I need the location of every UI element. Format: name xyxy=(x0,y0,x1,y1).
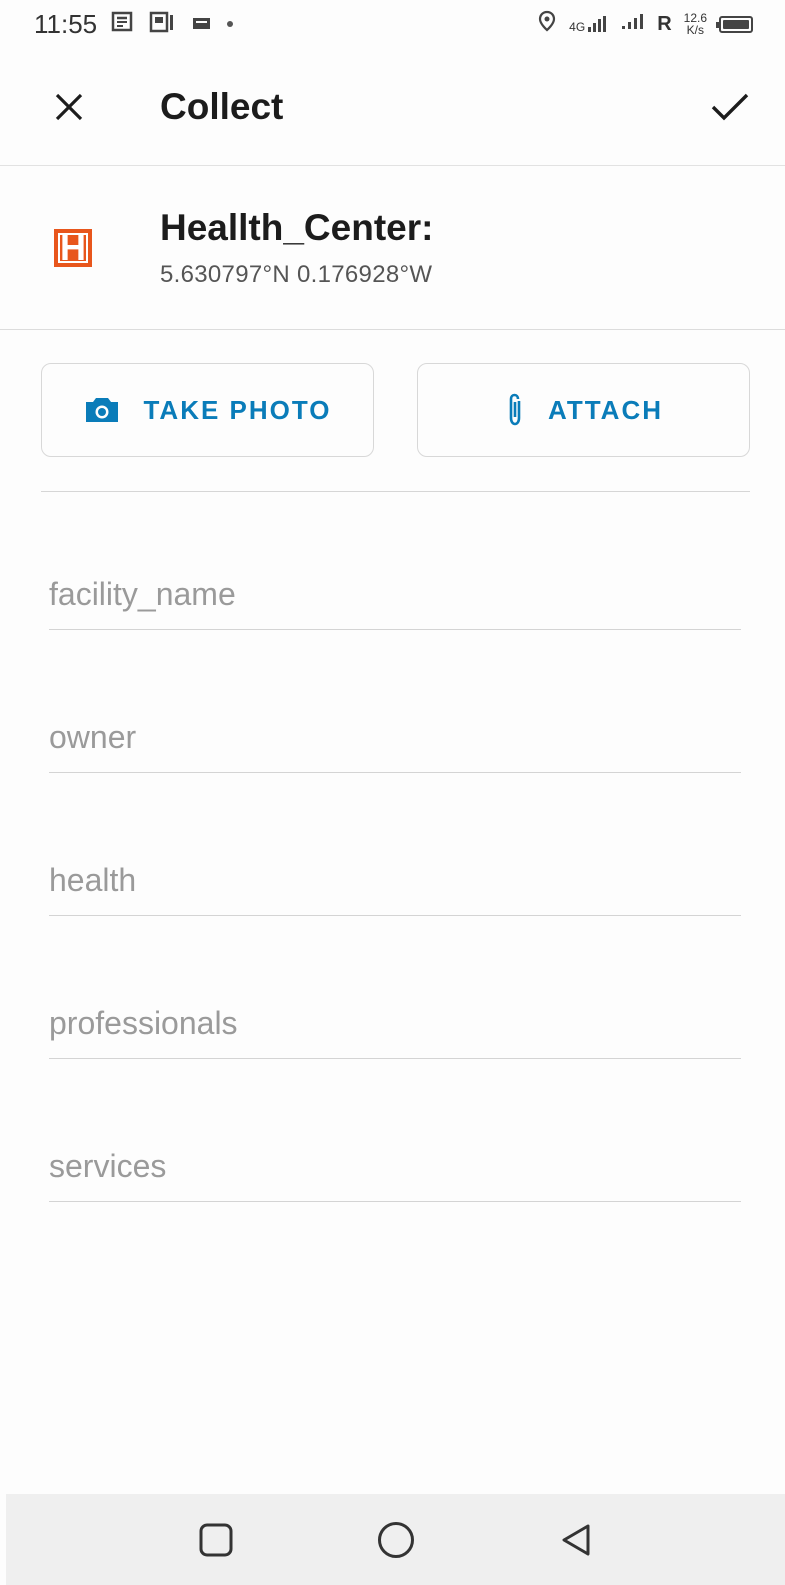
close-icon xyxy=(55,93,83,120)
status-time: 11:55 xyxy=(34,8,98,39)
feature-name: Heallth_Center: xyxy=(160,207,434,248)
divider xyxy=(41,491,750,492)
location-icon xyxy=(537,10,557,38)
feature-header: H Heallth_Center: 5.630797°N 0.176928°W xyxy=(0,167,785,330)
signal-4g-icon: 4G xyxy=(569,15,609,33)
close-button[interactable] xyxy=(46,84,92,130)
paperclip-icon xyxy=(509,393,521,426)
back-triangle-icon xyxy=(562,1524,589,1555)
services-input[interactable] xyxy=(49,1142,741,1201)
status-left: 11:55 xyxy=(34,8,234,40)
checkmark-icon xyxy=(711,93,749,120)
notification-message-icon xyxy=(191,9,213,40)
home-button[interactable] xyxy=(366,1510,426,1570)
owner-input[interactable] xyxy=(49,713,741,772)
health-field[interactable] xyxy=(49,856,741,916)
confirm-button[interactable] xyxy=(707,84,753,130)
signal-bars-icon xyxy=(621,12,645,36)
page-title: Collect xyxy=(160,85,284,127)
health-center-symbol-icon: H xyxy=(54,227,92,268)
status-right: 4G R 12.6 K/s xyxy=(537,10,753,38)
back-button[interactable] xyxy=(546,1510,606,1570)
facility-name-input[interactable] xyxy=(49,570,741,629)
network-speed-unit: K/s xyxy=(686,23,704,37)
recents-button[interactable] xyxy=(186,1510,246,1570)
camera-icon xyxy=(86,398,119,422)
services-field[interactable] xyxy=(49,1142,741,1202)
health-input[interactable] xyxy=(49,856,741,915)
professionals-field[interactable] xyxy=(49,999,741,1059)
facility-name-field[interactable] xyxy=(49,570,741,630)
network-speed: 12.6 K/s xyxy=(684,12,707,36)
network-type-label: 4G xyxy=(569,20,586,34)
owner-field[interactable] xyxy=(49,713,741,773)
professionals-input[interactable] xyxy=(49,999,741,1058)
take-photo-button[interactable]: TAKE PHOTO xyxy=(41,363,374,457)
recents-square-icon xyxy=(199,1523,232,1556)
attach-label: ATTACH xyxy=(547,394,663,425)
roaming-indicator: R xyxy=(657,12,672,35)
battery-icon xyxy=(716,15,753,33)
feature-info: Heallth_Center: 5.630797°N 0.176928°W xyxy=(160,207,433,289)
attach-button[interactable]: ATTACH xyxy=(417,363,750,457)
system-navigation-bar xyxy=(6,1494,785,1585)
attachment-actions: TAKE PHOTO ATTACH xyxy=(41,363,750,457)
home-circle-icon xyxy=(377,1521,414,1558)
notification-more-dot-icon xyxy=(227,21,234,27)
take-photo-label: TAKE PHOTO xyxy=(143,394,332,425)
feature-coordinates: 5.630797°N 0.176928°W xyxy=(160,261,433,288)
notification-app-icon xyxy=(149,9,177,40)
notification-news-icon xyxy=(111,9,135,40)
status-bar: 11:55 4G R 12.6 K/s xyxy=(0,0,785,48)
app-bar: Collect xyxy=(0,48,785,166)
